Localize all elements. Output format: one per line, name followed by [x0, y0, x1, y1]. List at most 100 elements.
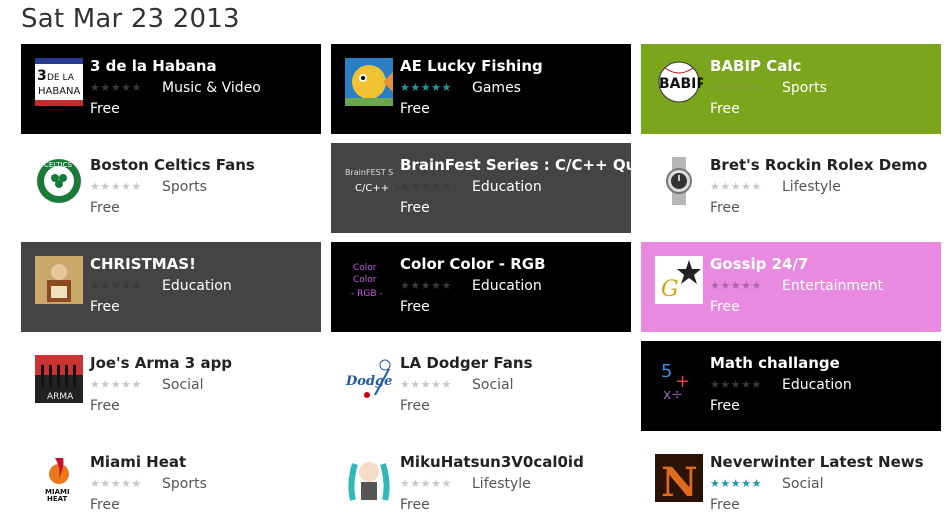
star-icon: ★	[410, 378, 421, 391]
star-icon: ★	[431, 279, 442, 292]
color-text-icon: Color Color - RGB -	[345, 256, 393, 304]
rating-stars: ★★★★★	[400, 378, 452, 391]
app-category: Sports	[782, 80, 827, 96]
svg-text:5: 5	[661, 361, 672, 382]
app-tile[interactable]: MikuHatsun3V0cal0id ★★★★★ Lifestyle Free	[331, 440, 631, 530]
star-icon: ★	[720, 477, 731, 490]
app-price: Free	[90, 497, 120, 513]
app-name: Neverwinter Latest News	[710, 453, 924, 471]
app-tile[interactable]: G Gossip 24/7 ★★★★★ Entertainment Free	[641, 242, 941, 332]
star-icon: ★	[431, 180, 442, 193]
gossip-star-icon: G	[655, 256, 703, 304]
app-tile[interactable]: 5 + x÷ Math challange ★★★★★ Education Free	[641, 341, 941, 431]
star-icon: ★	[720, 279, 731, 292]
svg-text:N: N	[661, 459, 698, 502]
app-tile[interactable]: BABIP BABIP Calc ★★★★★ Sports Free	[641, 44, 941, 134]
rating-stars: ★★★★★	[710, 279, 762, 292]
svg-text:BrainFEST SERIES: BrainFEST SERIES	[345, 168, 393, 177]
star-icon: ★	[121, 279, 132, 292]
star-icon: ★	[420, 279, 432, 292]
rating-stars: ★★★★★	[400, 180, 452, 193]
star-icon: ★	[730, 279, 742, 292]
app-category: Education	[472, 278, 542, 294]
star-icon: ★	[751, 279, 762, 292]
star-icon: ★	[100, 279, 111, 292]
app-tile[interactable]: CHRISTMAS! ★★★★★ Education Free	[21, 242, 321, 332]
app-tile[interactable]: BrainFEST SERIES C/C++ Quiz BrainFest Seri…	[331, 143, 650, 233]
svg-text:G: G	[661, 277, 679, 302]
app-tile[interactable]: Color Color - RGB - Color Color - RGB ★★★★★ E…	[331, 242, 631, 332]
star-icon: ★	[121, 477, 132, 490]
star-icon: ★	[110, 180, 122, 193]
app-name: AE Lucky Fishing	[400, 57, 543, 75]
star-icon: ★	[100, 477, 111, 490]
svg-text:- RGB -: - RGB -	[351, 289, 383, 299]
star-icon: ★	[420, 81, 432, 94]
star-icon: ★	[100, 81, 111, 94]
star-icon: ★	[751, 81, 762, 94]
app-category: Education	[782, 377, 852, 393]
app-category: Music & Video	[162, 80, 261, 96]
star-icon: ★	[110, 378, 122, 391]
celtics-logo-icon: CELTICS	[35, 157, 83, 205]
rating-stars: ★★★★★	[400, 81, 452, 94]
app-name: CHRISTMAS!	[90, 255, 196, 273]
app-category: Sports	[162, 179, 207, 195]
app-price: Free	[710, 299, 740, 315]
app-name: BABIP Calc	[710, 57, 802, 75]
app-tile[interactable]: 3 DE LA HABANA 3 de la Habana ★★★★★ Music & V…	[21, 44, 321, 134]
svg-text:Color: Color	[353, 275, 377, 285]
star-icon: ★	[131, 477, 142, 490]
app-tile[interactable]: CELTICS Boston Celtics Fans ★★★★★ Sports Fre…	[21, 143, 321, 233]
neverwinter-icon: N	[655, 454, 703, 502]
app-name: LA Dodger Fans	[400, 354, 533, 372]
star-icon: ★	[131, 378, 142, 391]
star-icon: ★	[710, 180, 721, 193]
star-icon: ★	[710, 81, 721, 94]
app-category: Education	[472, 179, 542, 195]
rating-stars: ★★★★★	[90, 477, 142, 490]
star-icon: ★	[730, 180, 742, 193]
app-tile[interactable]: AE Lucky Fishing ★★★★★ Games Free	[331, 44, 631, 134]
star-icon: ★	[131, 81, 142, 94]
star-icon: ★	[400, 279, 411, 292]
star-icon: ★	[100, 180, 111, 193]
app-category: Education	[162, 278, 232, 294]
app-category: Social	[472, 377, 514, 393]
rating-stars: ★★★★★	[710, 81, 762, 94]
app-tile[interactable]: ARMA Joe's Arma 3 app ★★★★★ Social Free	[21, 341, 321, 431]
app-name: Color Color - RGB	[400, 255, 546, 273]
app-category: Lifestyle	[472, 476, 531, 492]
star-icon: ★	[751, 477, 762, 490]
app-category: Games	[472, 80, 521, 96]
star-icon: ★	[730, 378, 742, 391]
star-icon: ★	[121, 180, 132, 193]
star-icon: ★	[410, 81, 421, 94]
star-icon: ★	[90, 378, 101, 391]
app-name: 3 de la Habana	[90, 57, 217, 75]
app-price: Free	[400, 200, 430, 216]
star-icon: ★	[441, 81, 452, 94]
miku-icon	[345, 454, 393, 502]
star-icon: ★	[741, 279, 752, 292]
star-icon: ★	[441, 180, 452, 193]
app-category: Social	[162, 377, 204, 393]
star-icon: ★	[710, 477, 721, 490]
app-price: Free	[710, 497, 740, 513]
star-icon: ★	[441, 378, 452, 391]
app-name: BrainFest Series : C/C++ Quiz	[400, 156, 651, 174]
app-tile[interactable]: MIAMI HEAT Miami Heat ★★★★★ Sports Free	[21, 440, 321, 530]
star-icon: ★	[730, 81, 742, 94]
app-tile[interactable]: N Neverwinter Latest News ★★★★★ Social Free	[641, 440, 941, 530]
app-price: Free	[710, 200, 740, 216]
star-icon: ★	[431, 81, 442, 94]
app-category: Lifestyle	[782, 179, 841, 195]
app-price: Free	[90, 299, 120, 315]
app-tile[interactable]: Bret's Rockin Rolex Demo ★★★★★ Lifestyle Fr…	[641, 143, 941, 233]
rating-stars: ★★★★★	[90, 279, 142, 292]
svg-text:CELTICS: CELTICS	[44, 161, 72, 169]
star-icon: ★	[720, 378, 731, 391]
star-icon: ★	[720, 180, 731, 193]
christmas-painting-icon	[35, 256, 83, 304]
app-tile[interactable]: DodgersLA Dodger Fans★★★★★SocialFree	[331, 341, 631, 431]
